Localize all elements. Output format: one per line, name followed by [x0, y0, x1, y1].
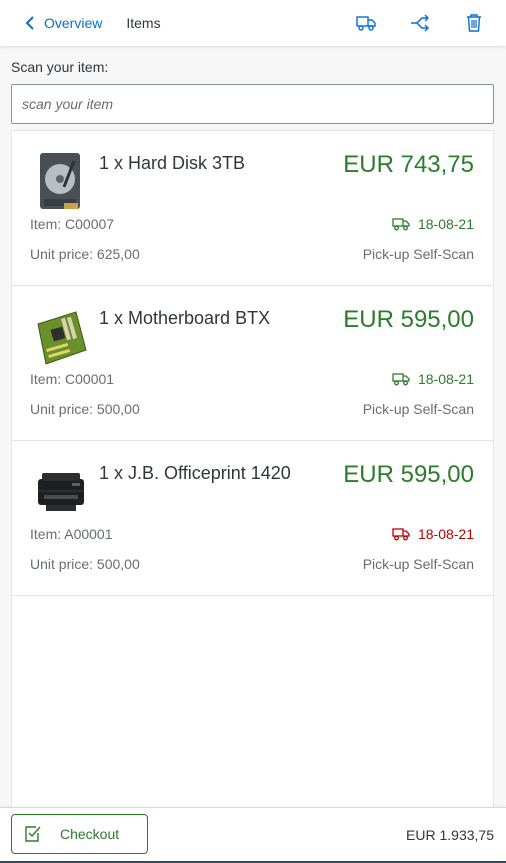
back-button[interactable]: Overview [24, 15, 102, 31]
truck-icon [392, 373, 410, 386]
delivery-date: 18-08-21 [392, 216, 474, 232]
motherboard-image [37, 311, 87, 365]
delivery-date: 18-08-21 [392, 371, 474, 387]
delivery-date-text: 18-08-21 [417, 526, 474, 542]
item-name: 1 x Motherboard BTX [99, 308, 271, 328]
item-list: 1 x Hard Disk 3TB EUR 743,75 Item: C0000… [11, 130, 494, 807]
split-button[interactable] [400, 3, 440, 43]
pickup-method: Pick-up Self-Scan [362, 401, 474, 417]
truck-icon [356, 16, 376, 31]
back-label: Overview [44, 15, 103, 31]
list-item[interactable]: 1 x J.B. Officeprint 1420 EUR 595,00 Ite… [12, 441, 493, 596]
delivery-date-text: 18-08-21 [417, 371, 474, 387]
split-icon [411, 14, 429, 32]
scan-input[interactable] [11, 84, 494, 124]
delivery-date-text: 18-08-21 [417, 216, 474, 232]
item-number: Item: A00001 [30, 526, 113, 542]
order-total: EUR 1.933,75 [406, 827, 494, 843]
pickup-method: Pick-up Self-Scan [362, 246, 474, 262]
item-price: EUR 743,75 [343, 151, 474, 178]
chevron-left-icon [25, 16, 34, 30]
item-name: 1 x J.B. Officeprint 1420 [99, 463, 291, 483]
list-item[interactable]: 1 x Motherboard BTX EUR 595,00 Item: C00… [12, 286, 493, 441]
page-header: Overview Items [0, 0, 506, 46]
pickup-method: Pick-up Self-Scan [362, 556, 474, 572]
checkout-label: Checkout [60, 826, 120, 842]
item-number: Item: C00007 [30, 216, 115, 232]
delete-button[interactable] [454, 3, 494, 43]
hard-disk-image [40, 153, 80, 209]
item-price: EUR 595,00 [343, 306, 474, 333]
delivery-button[interactable] [346, 3, 386, 43]
trash-icon [467, 14, 481, 32]
unit-price: Unit price: 500,00 [30, 556, 140, 572]
unit-price: Unit price: 500,00 [30, 401, 140, 417]
delivery-date: 18-08-21 [392, 526, 474, 542]
truck-icon [392, 528, 410, 541]
checkout-button[interactable]: Checkout [11, 814, 148, 854]
scan-label: Scan your item: [11, 59, 109, 75]
page-title: Items [126, 15, 161, 31]
truck-icon [392, 218, 410, 231]
printer-image [38, 473, 84, 511]
item-name: 1 x Hard Disk 3TB [99, 153, 246, 173]
checkbox-checked-icon [25, 826, 41, 842]
list-item[interactable]: 1 x Hard Disk 3TB EUR 743,75 Item: C0000… [12, 131, 493, 286]
item-price: EUR 595,00 [343, 461, 474, 488]
item-number: Item: C00001 [30, 371, 115, 387]
unit-price: Unit price: 625,00 [30, 246, 140, 262]
footer-toolbar: Checkout EUR 1.933,75 [0, 807, 506, 863]
